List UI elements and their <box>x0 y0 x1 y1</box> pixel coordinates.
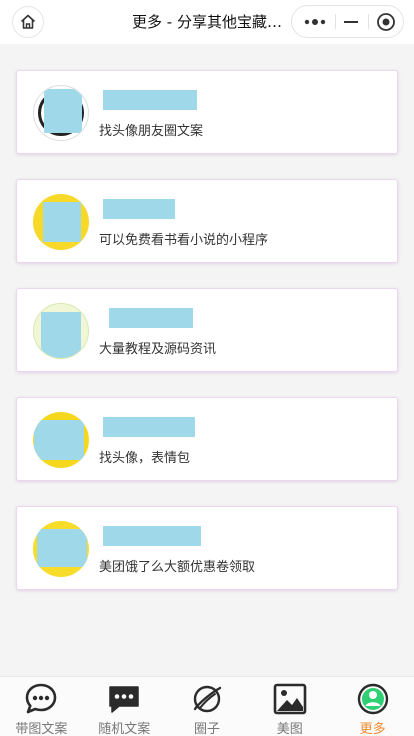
home-icon <box>20 14 36 29</box>
tab-more[interactable]: 更多 <box>331 677 414 736</box>
tab-label: 带图文案 <box>15 722 68 736</box>
item-description: 找头像，表情包 <box>99 451 191 466</box>
list-item[interactable]: 可以免费看书看小说的小程序 <box>16 179 398 263</box>
list-item[interactable]: 大量教程及源码资讯 <box>16 288 398 372</box>
chat-bubble-icon <box>26 683 57 714</box>
avatar <box>33 303 89 359</box>
minimize-button[interactable] <box>336 6 366 37</box>
list-item[interactable]: 美团饿了么大额优惠卷领取 <box>16 506 398 590</box>
title-redaction <box>103 199 175 219</box>
nav-bar: 更多 - 分享其他宝藏… <box>0 0 414 44</box>
profile-icon <box>357 683 388 715</box>
title-redaction <box>103 90 197 110</box>
item-description: 可以免费看书看小说的小程序 <box>99 233 269 248</box>
avatar <box>33 412 89 468</box>
minus-icon <box>344 20 358 23</box>
tab-label: 更多 <box>359 722 386 736</box>
capsule-menu <box>291 5 404 38</box>
planet-icon <box>193 685 222 713</box>
tab-image-caption[interactable]: 带图文案 <box>0 677 83 736</box>
title-redaction <box>103 526 201 546</box>
title-redaction <box>103 417 195 437</box>
tab-bar: 带图文案 随机文案 圈子 美图 更多 <box>0 676 414 736</box>
tab-circle[interactable]: 圈子 <box>166 677 249 736</box>
tab-label: 圈子 <box>193 722 220 736</box>
target-circle-icon <box>377 12 395 31</box>
title-redaction <box>109 308 193 328</box>
list-item[interactable]: 找头像朋友圈文案 <box>16 70 398 154</box>
close-button[interactable] <box>369 6 403 37</box>
tab-label: 随机文案 <box>98 722 151 736</box>
list-item[interactable]: 找头像，表情包 <box>16 397 398 481</box>
more-dots-icon <box>304 18 326 25</box>
tab-gallery[interactable]: 美图 <box>248 677 331 736</box>
tab-label: 美图 <box>276 722 303 736</box>
page-title: 更多 - 分享其他宝藏… <box>132 13 282 31</box>
more-button[interactable] <box>298 6 332 37</box>
item-description: 美团饿了么大额优惠卷领取 <box>99 560 256 575</box>
image-icon <box>273 683 307 715</box>
message-icon <box>109 686 139 713</box>
tab-random-caption[interactable]: 随机文案 <box>83 677 166 736</box>
avatar <box>33 521 89 577</box>
item-description: 大量教程及源码资讯 <box>99 342 217 357</box>
avatar <box>33 85 89 141</box>
item-description: 找头像朋友圈文案 <box>99 124 204 139</box>
home-button[interactable] <box>12 6 44 38</box>
avatar <box>33 194 89 250</box>
